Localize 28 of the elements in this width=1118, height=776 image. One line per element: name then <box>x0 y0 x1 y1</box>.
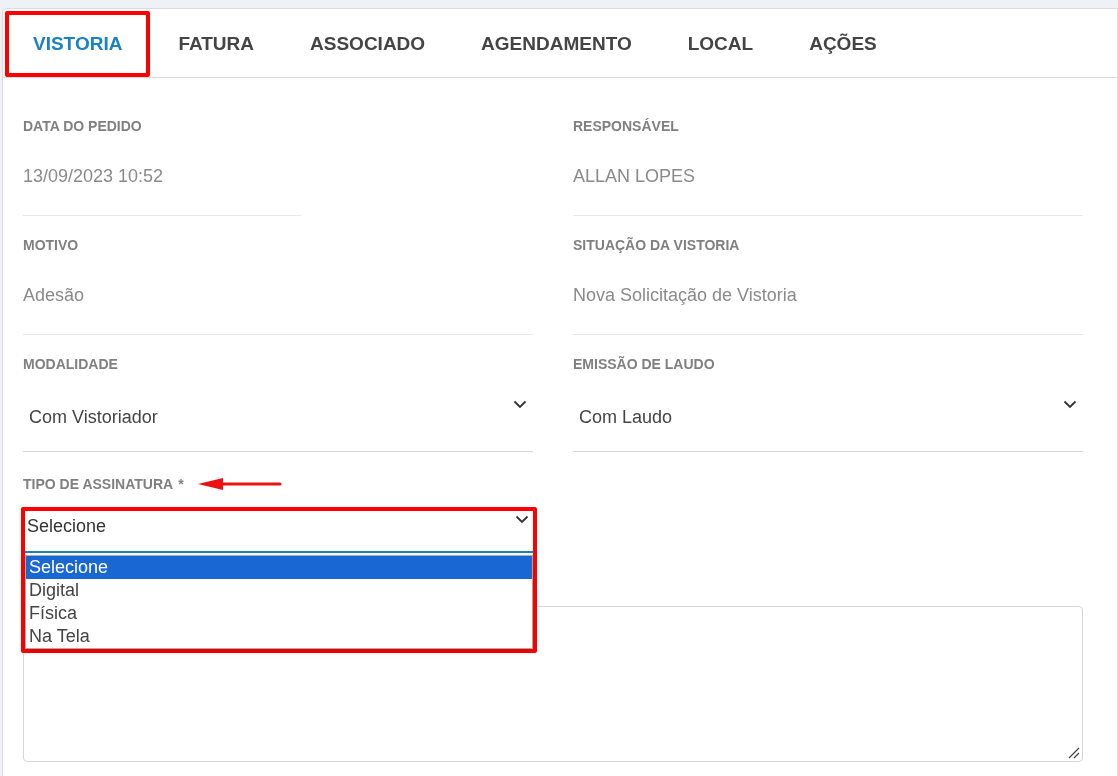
tab[interactable]: ASSOCIADO <box>282 11 454 77</box>
field-label: DATA DO PEDIDO <box>23 117 143 136</box>
field-value: 13/09/2023 10:52 <box>23 165 164 187</box>
field-label: RESPONSÁVEL <box>573 117 680 136</box>
tab[interactable]: AÇÕES <box>781 11 905 77</box>
tab[interactable]: AGENDAMENTO <box>453 11 660 77</box>
field-label: TIPO DE ASSINATURA <box>23 474 174 494</box>
chevron-down-icon <box>513 400 527 409</box>
chevron-down-icon <box>1063 400 1077 409</box>
chevron-down-icon <box>515 515 529 524</box>
tab[interactable]: FATURA <box>150 11 283 77</box>
resize-handle-icon <box>1068 747 1080 759</box>
field-label: SITUAÇÃO DA VISTORIA <box>573 236 741 255</box>
dropdown-option[interactable]: Digital <box>26 579 532 602</box>
required-mark: * <box>178 474 184 494</box>
dropdown-option[interactable]: Na Tela <box>26 625 532 648</box>
field-label: MOTIVO <box>23 236 80 255</box>
select-field[interactable]: Com Vistoriador <box>23 394 533 452</box>
field-value: Adesão <box>23 284 85 306</box>
tab[interactable]: LOCAL <box>659 11 782 77</box>
field-label: EMISSÃO DE LAUDO <box>573 355 716 374</box>
dropdown-option[interactable]: Física <box>26 602 532 625</box>
select-field[interactable]: Com Laudo <box>573 394 1083 452</box>
dropdown-option[interactable]: Selecione <box>26 556 532 579</box>
field-label: MODALIDADE <box>23 355 119 374</box>
field-value: Nova Solicitação de Vistoria <box>573 284 797 306</box>
field-value: ALLAN LOPES <box>573 165 696 187</box>
tab[interactable]: VISTORIA <box>5 11 151 77</box>
